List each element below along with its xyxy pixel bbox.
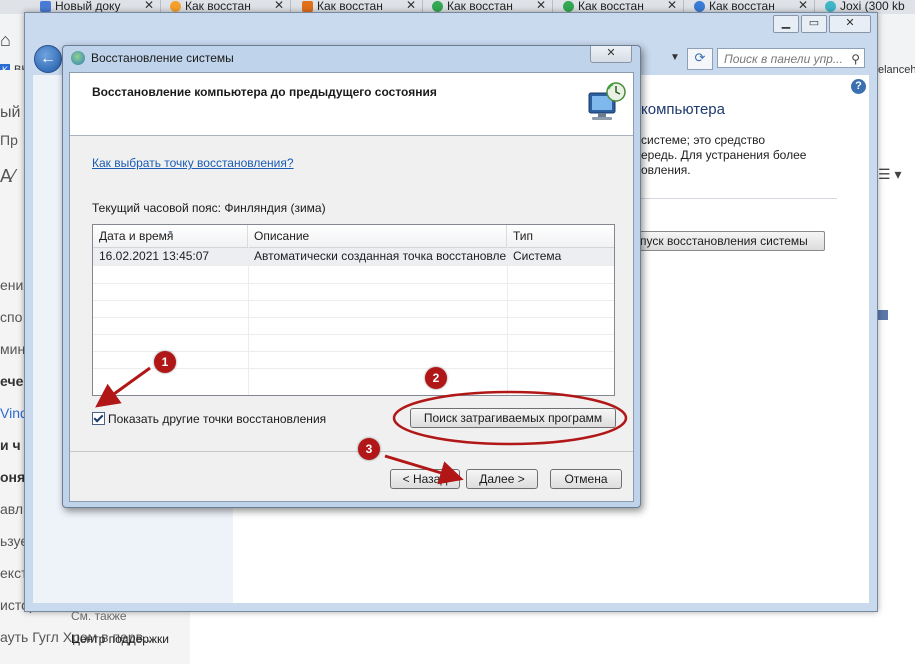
refresh-button[interactable]: ⟳ (687, 48, 713, 70)
how-to-choose-link[interactable]: Как выбрать точку восстановления? (92, 156, 294, 170)
chrome-icon (563, 1, 574, 12)
back-button[interactable]: < Назад (390, 469, 460, 489)
help-icon[interactable]: ? (851, 79, 866, 94)
dialog-heading: Восстановление компьютера до предыдущего… (92, 85, 437, 99)
empty-row (93, 317, 614, 335)
close-button[interactable]: ✕ (829, 15, 871, 33)
empty-row (93, 300, 614, 318)
empty-row (93, 283, 614, 301)
close-icon[interactable]: ✕ (667, 0, 677, 11)
computer-restore-icon (588, 82, 626, 120)
back-arrow-icon[interactable]: ← (34, 45, 62, 73)
chrome-icon (432, 1, 443, 12)
annotation-badge: 3 (358, 438, 380, 460)
annotation-badge: 2 (425, 367, 447, 389)
fs-site-icon (302, 1, 313, 12)
joxi-icon (825, 1, 836, 12)
footer-divider (70, 451, 633, 452)
column-header-date[interactable]: Дата и время ▼ (93, 225, 248, 247)
support-center-link[interactable]: Центр поддержки (71, 632, 169, 646)
search-icon: ⚲ (851, 52, 860, 66)
timezone-label: Текущий часовой пояс: Финляндия (зима) (92, 201, 326, 215)
close-icon[interactable]: ✕ (144, 0, 154, 11)
search-input[interactable]: Поиск в панели упр... ⚲ (717, 48, 865, 68)
checkbox-checked-icon[interactable] (92, 412, 105, 425)
close-icon[interactable]: ✕ (406, 0, 416, 11)
launch-system-restore-button[interactable]: пуск восстановления системы (635, 231, 825, 251)
maximize-button[interactable]: ▭ (801, 15, 827, 33)
orange-site-icon (170, 1, 181, 12)
see-also-label: См. также (71, 609, 127, 623)
minimize-button[interactable]: ▁ (773, 15, 799, 33)
empty-row (93, 266, 614, 284)
close-icon[interactable]: ✕ (798, 0, 808, 11)
close-icon[interactable]: ✕ (274, 0, 284, 11)
system-restore-icon (71, 51, 85, 65)
annotation-badge: 1 (154, 351, 176, 373)
empty-row (93, 334, 614, 352)
gear-site-icon (694, 1, 705, 12)
address-dropdown[interactable]: ▼ (665, 48, 685, 68)
window-controls: ▁ ▭ ✕ (773, 15, 871, 33)
home-icon[interactable]: ⌂ (0, 30, 11, 51)
system-restore-dialog: Восстановление системы ✕ Восстановление … (62, 45, 641, 508)
close-icon[interactable]: ✕ (536, 0, 546, 11)
dialog-close-button[interactable]: ✕ (590, 46, 632, 63)
table-row[interactable]: 16.02.2021 13:45:07 Автоматически создан… (93, 248, 614, 266)
column-header-type[interactable]: Тип (507, 225, 614, 247)
dialog-title: Восстановление системы (71, 51, 234, 65)
table-header: Дата и время ▼ Описание Тип (93, 225, 614, 248)
dialog-body: Восстановление компьютера до предыдущего… (69, 72, 634, 502)
docs-icon (40, 1, 51, 12)
page-description: системе; это средство ередь. Для устране… (641, 133, 807, 177)
page-title: компьютера (641, 101, 725, 118)
scan-affected-programs-button[interactable]: Поиск затрагиваемых программ (410, 408, 616, 428)
divider (641, 198, 837, 199)
dialog-header: Восстановление компьютера до предыдущего… (70, 73, 633, 136)
sort-arrow-icon: ▼ (167, 230, 174, 237)
font-icon[interactable]: A⁄ (0, 166, 15, 187)
list-icon[interactable]: ☰ ▾ (878, 166, 901, 183)
cancel-button[interactable]: Отмена (550, 469, 622, 489)
show-more-restore-points-checkbox[interactable]: Показать другие точки восстановления (92, 412, 326, 426)
next-button[interactable]: Далее > (466, 469, 538, 489)
column-header-description[interactable]: Описание (248, 225, 507, 247)
